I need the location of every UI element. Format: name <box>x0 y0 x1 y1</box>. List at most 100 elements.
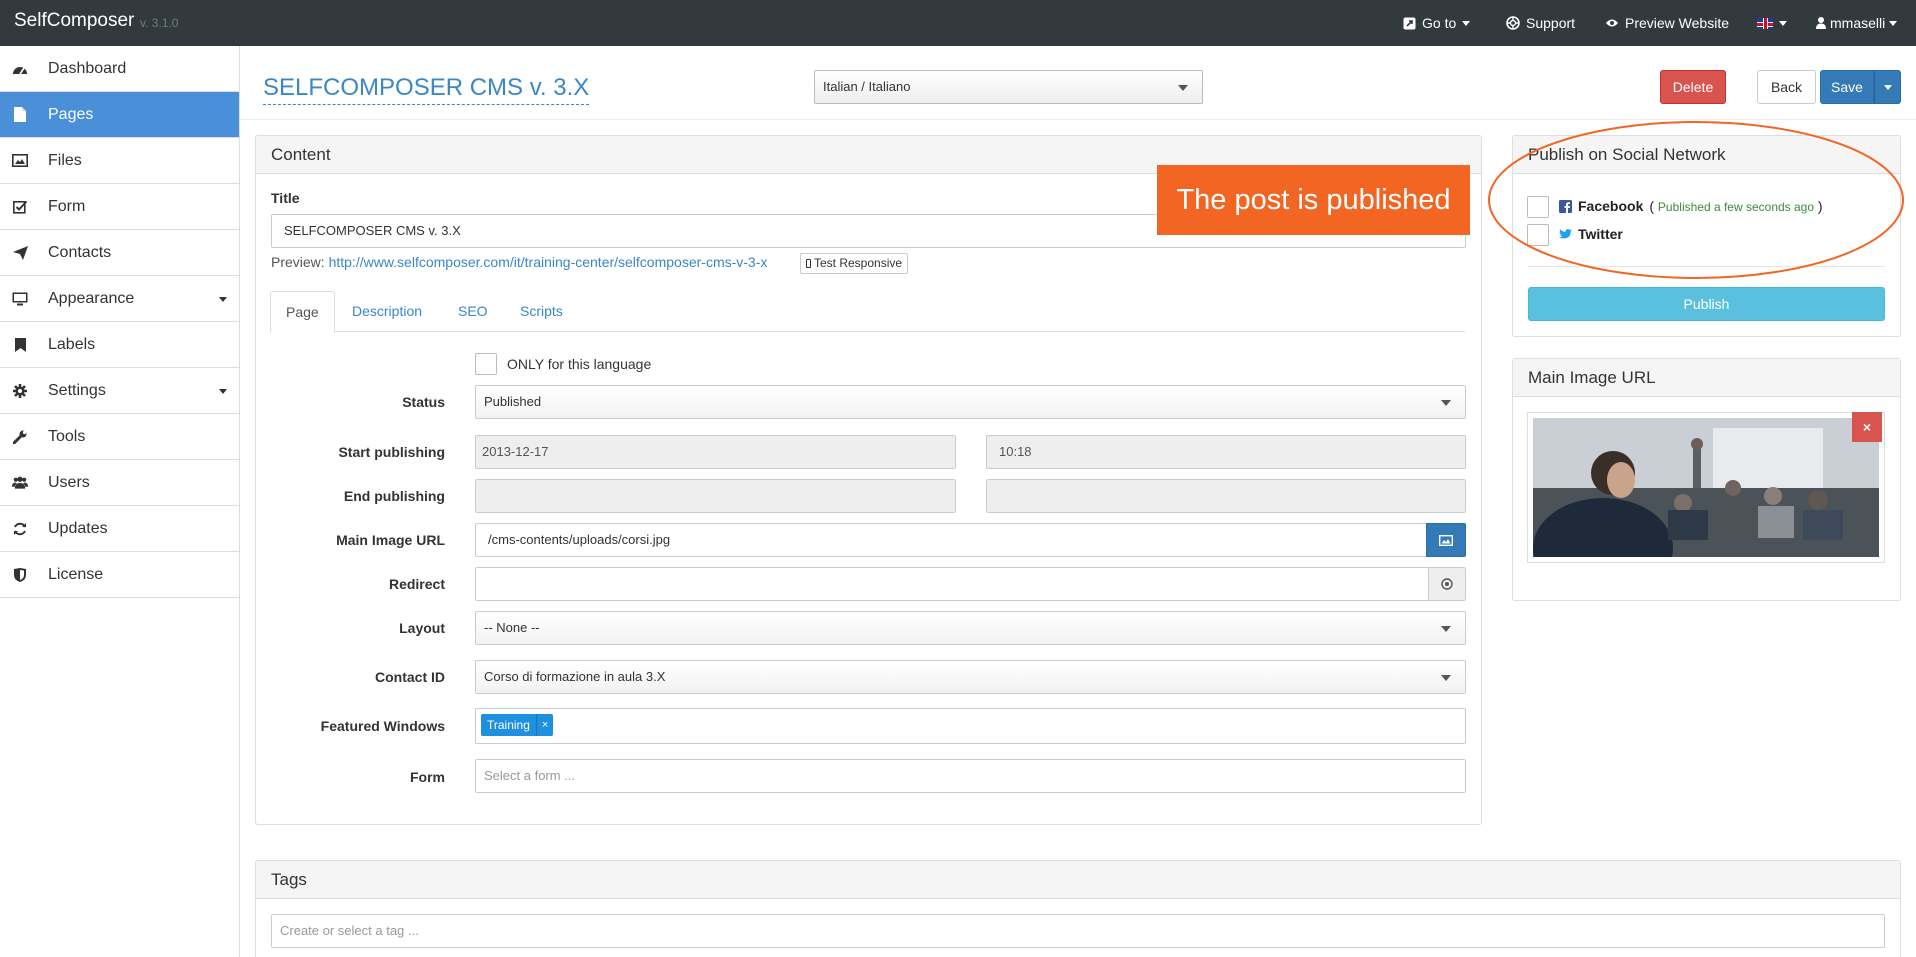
sidebar-item-label: Labels <box>48 335 96 353</box>
chevron-down-icon <box>219 297 227 302</box>
preview-url-link[interactable]: http://www.selfcomposer.com/it/training-… <box>329 254 768 270</box>
sidebar-item-label: Contacts <box>48 243 112 261</box>
featured-tag-label: Training <box>487 718 530 732</box>
chevron-down-icon <box>1779 20 1787 26</box>
brand-logo[interactable]: SelfComposer <box>14 10 134 32</box>
start-publishing-time[interactable]: 10:18 <box>986 435 1466 469</box>
title-label: Title <box>271 190 300 206</box>
tags-input[interactable]: Create or select a tag ... <box>271 914 1885 948</box>
target-icon <box>1441 578 1453 590</box>
end-publishing-time[interactable] <box>986 479 1466 513</box>
gear-icon <box>12 383 28 399</box>
test-responsive-button[interactable]: Test Responsive <box>800 253 909 274</box>
sidebar-item-labels[interactable]: Labels <box>0 322 239 368</box>
chevron-down-icon <box>219 389 227 394</box>
sidebar-item-tools[interactable]: Tools <box>0 414 239 460</box>
save-options-button[interactable] <box>1874 70 1901 104</box>
goto-menu[interactable]: Go to <box>1403 12 1471 34</box>
save-button[interactable]: Save <box>1820 70 1874 104</box>
preview-row: Preview: http://www.selfcomposer.com/it/… <box>271 254 767 270</box>
sidebar-item-appearance[interactable]: Appearance <box>0 276 239 322</box>
sidebar-item-label: Pages <box>48 105 94 123</box>
featured-tag-chip[interactable]: Training × <box>481 714 554 736</box>
language-select-value: Italian / Italiano <box>823 79 911 94</box>
user-icon <box>1816 17 1826 29</box>
chevron-down-icon <box>1441 626 1451 632</box>
back-button[interactable]: Back <box>1757 70 1816 104</box>
delete-button[interactable]: Delete <box>1660 70 1726 104</box>
tab-scripts[interactable]: Scripts <box>505 291 578 332</box>
language-flag-menu[interactable] <box>1757 12 1787 34</box>
sidebar-item-files[interactable]: Files <box>0 138 239 184</box>
contact-id-select[interactable]: Corso di formazione in aula 3.X <box>475 660 1466 694</box>
bookmark-icon <box>12 337 28 353</box>
publish-button[interactable]: Publish <box>1528 287 1885 321</box>
highlight-ellipse <box>1488 121 1904 279</box>
sidebar-item-pages[interactable]: Pages <box>0 92 239 138</box>
main-image-panel-title: Main Image URL <box>1513 359 1900 397</box>
mobile-icon <box>806 259 811 268</box>
sidebar-item-updates[interactable]: Updates <box>0 506 239 552</box>
test-responsive-label: Test Responsive <box>814 256 903 270</box>
sidebar-item-dashboard[interactable]: Dashboard <box>0 46 239 92</box>
main-image-url-input[interactable]: /cms-contents/uploads/corsi.jpg <box>475 523 1427 557</box>
sidebar-item-label: Form <box>48 197 86 215</box>
contact-id-select-value: Corso di formazione in aula 3.X <box>484 669 666 684</box>
chevron-down-icon <box>1889 20 1898 26</box>
layout-select[interactable]: -- None -- <box>475 611 1466 645</box>
top-navbar: SelfComposer v. 3.1.0 Go to Support Prev… <box>0 0 1916 46</box>
featured-windows-input[interactable] <box>475 708 1466 744</box>
published-annotation: The post is published <box>1157 165 1470 235</box>
form-label: Form <box>410 769 445 785</box>
sidebar-item-label: License <box>48 565 104 583</box>
user-menu[interactable]: mmaselli <box>1816 12 1898 34</box>
only-language-checkbox[interactable] <box>475 353 497 375</box>
tab-seo[interactable]: SEO <box>443 291 503 332</box>
main-image-thumbnail <box>1527 412 1885 563</box>
preview-website-link[interactable]: Preview Website <box>1605 12 1729 34</box>
image-icon <box>1439 534 1453 546</box>
sidebar-item-contacts[interactable]: Contacts <box>0 230 239 276</box>
send-icon <box>12 245 28 261</box>
tab-description[interactable]: Description <box>337 291 437 332</box>
browse-image-button[interactable] <box>1426 523 1466 557</box>
tab-page[interactable]: Page <box>270 291 335 333</box>
classroom-photo <box>1533 418 1879 557</box>
preview-label: Preview: <box>271 254 325 270</box>
chevron-down-icon <box>1883 84 1892 90</box>
sidebar-item-settings[interactable]: Settings <box>0 368 239 414</box>
layout-select-value: -- None -- <box>484 620 540 635</box>
refresh-icon <box>12 521 28 537</box>
file-icon <box>12 107 28 123</box>
featured-windows-label: Featured Windows <box>320 718 445 734</box>
sidebar-item-label: Settings <box>48 381 106 399</box>
remove-image-button[interactable]: × <box>1852 412 1882 442</box>
chevron-down-icon <box>1178 85 1188 91</box>
sidebar-item-license[interactable]: License <box>0 552 239 598</box>
sidebar-item-users[interactable]: Users <box>0 460 239 506</box>
page-title[interactable]: SELFCOMPOSER CMS v. 3.X <box>263 74 590 105</box>
start-publishing-label: Start publishing <box>338 444 445 460</box>
form-select[interactable]: Select a form ... <box>475 759 1466 793</box>
redirect-input[interactable] <box>475 567 1429 601</box>
dashboard-icon <box>12 61 28 77</box>
contact-id-label: Contact ID <box>375 669 445 685</box>
app-version: v. 3.1.0 <box>140 16 179 30</box>
start-publishing-date[interactable]: 2013-12-17 <box>475 435 956 469</box>
redirect-label: Redirect <box>388 576 445 592</box>
preview-label: Preview Website <box>1625 15 1730 31</box>
sidebar-item-label: Users <box>48 473 90 491</box>
chevron-down-icon <box>1462 20 1471 26</box>
status-select[interactable]: Published <box>475 385 1466 419</box>
sidebar-item-form[interactable]: Form <box>0 184 239 230</box>
uk-flag-icon <box>1757 17 1773 29</box>
remove-tag-button[interactable]: × <box>535 714 553 736</box>
language-select[interactable]: Italian / Italiano <box>814 70 1203 104</box>
end-publishing-label: End publishing <box>343 488 445 504</box>
end-publishing-date[interactable] <box>475 479 956 513</box>
redirect-target-button[interactable] <box>1428 567 1466 601</box>
support-link[interactable]: Support <box>1506 12 1575 34</box>
support-label: Support <box>1526 15 1576 31</box>
sidebar-item-label: Tools <box>48 427 86 445</box>
monitor-icon <box>12 291 28 307</box>
